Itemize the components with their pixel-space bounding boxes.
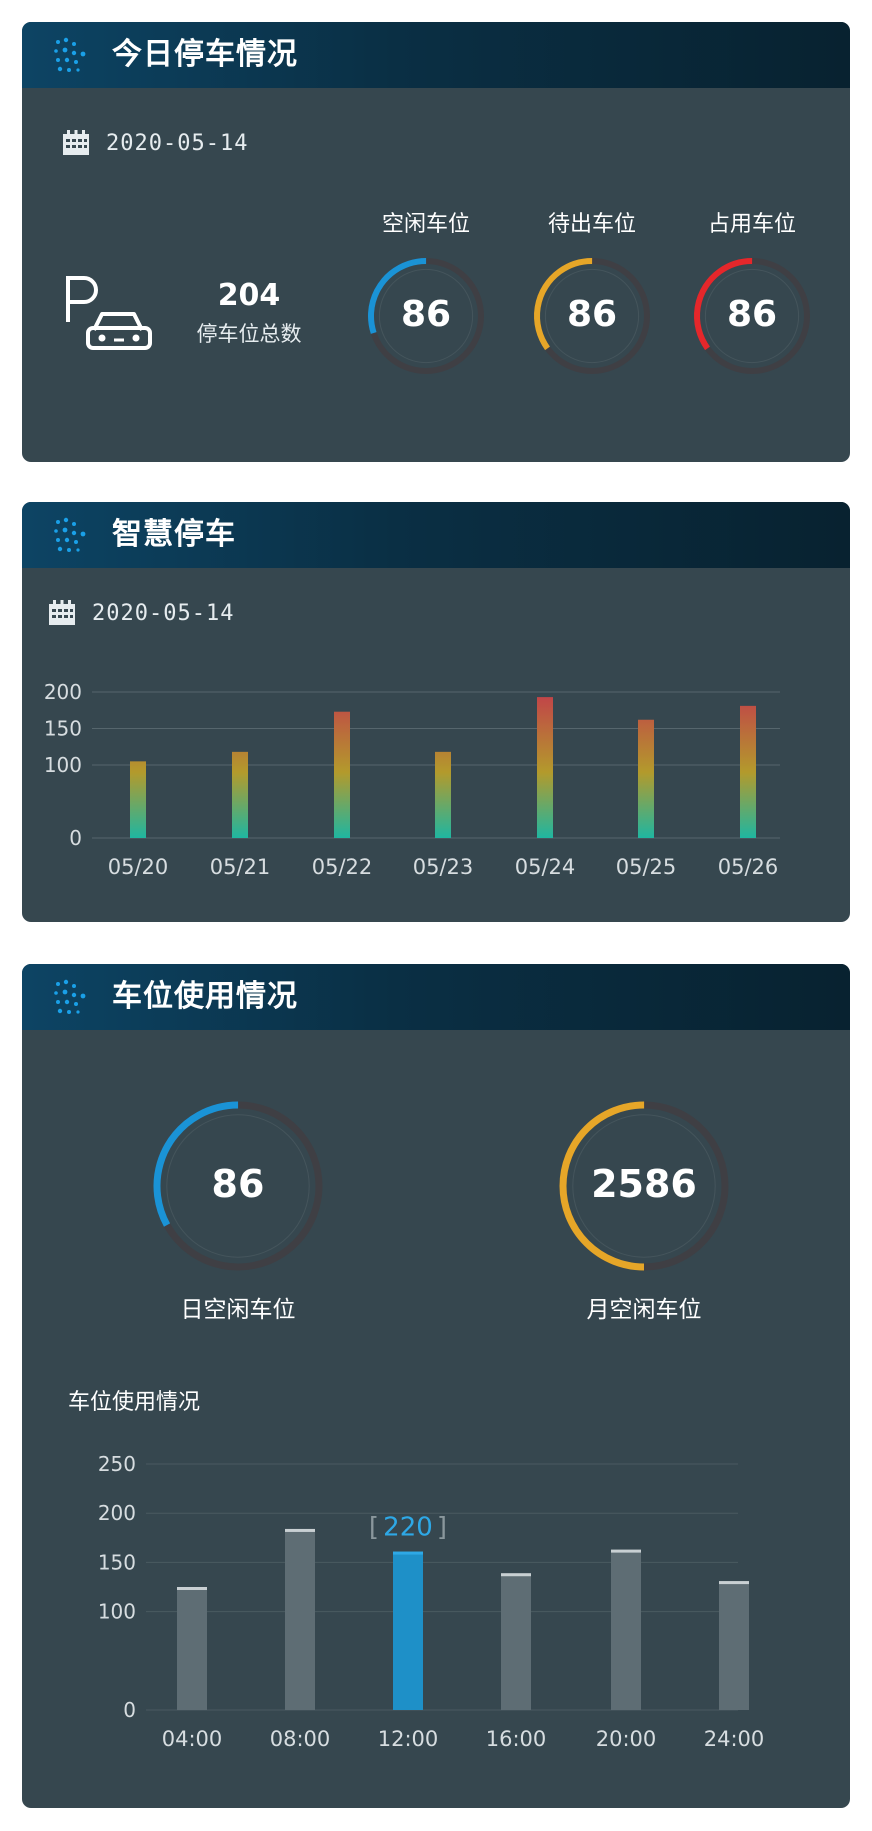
y-tick-label: 100 — [44, 753, 82, 777]
x-tick-label: 08:00 — [270, 1727, 331, 1751]
bar — [435, 751, 451, 838]
dots-logo-icon — [54, 37, 86, 72]
y-tick-label: 150 — [44, 717, 82, 741]
weekly-bar-chart: 0 100 150 200 05/20 05/21 05/22 05/23 05/24 05/25… — [44, 680, 780, 879]
y-tick-label: 200 — [44, 680, 82, 704]
x-tick-label: 24:00 — [704, 1727, 765, 1751]
panel-title: 今日停车情况 — [112, 37, 298, 72]
panel-header: 今日停车情况 — [22, 22, 850, 88]
bar — [130, 761, 146, 838]
space-usage-panel: 车位使用情况 86 日空闲车位 2586 月空闲车位 车位使用情况 0 100 150 20… — [22, 964, 850, 1808]
bar-cap — [177, 1587, 207, 1590]
bar — [719, 1581, 749, 1710]
y-tick-label: 200 — [98, 1501, 136, 1525]
x-tick-label: 05/24 — [515, 855, 576, 879]
bar-cap — [285, 1528, 315, 1532]
ring-value: 86 — [566, 293, 618, 335]
highlight-bracket-left: [ — [369, 1513, 379, 1543]
bar-cap — [393, 1551, 423, 1555]
x-tick-label: 05/21 — [210, 855, 271, 879]
y-tick-label: 0 — [123, 1698, 136, 1722]
bar — [285, 1528, 315, 1710]
smart-parking-panel: 智慧停车 2020-05-14 0 100 150 200 05/20 05/21 05/2… — [22, 502, 850, 922]
bar — [537, 697, 553, 838]
total-label: 停车位总数 — [196, 322, 302, 346]
bar — [177, 1587, 207, 1710]
highlight-bracket-right: ] — [437, 1513, 447, 1543]
ring-label: 占用车位 — [707, 212, 796, 237]
bar — [232, 751, 248, 838]
bar — [638, 719, 654, 838]
ring-value: 86 — [726, 293, 778, 335]
ring-value: 86 — [400, 293, 452, 335]
bar-cap — [501, 1573, 531, 1577]
hourly-bar-chart: 0 100 150 200 250 04:00 08:00 12:00 [220] 16:00 20… — [98, 1452, 765, 1751]
bar — [501, 1573, 531, 1710]
x-tick-label: 16:00 — [486, 1727, 547, 1751]
date-row: 2020-05-14 — [62, 130, 248, 156]
bar-cap — [611, 1549, 641, 1553]
x-tick-label: 05/20 — [108, 855, 169, 879]
ring-label: 待出车位 — [547, 212, 636, 237]
y-tick-label: 250 — [98, 1452, 136, 1476]
x-tick-label: 05/22 — [312, 855, 373, 879]
total-value: 204 — [217, 278, 281, 313]
calendar-icon — [63, 130, 89, 155]
bar — [611, 1549, 641, 1710]
date-text: 2020-05-14 — [106, 130, 249, 156]
x-tick-label: 05/23 — [413, 855, 474, 879]
x-tick-label: 20:00 — [596, 1727, 657, 1751]
bar-highlighted — [393, 1551, 423, 1710]
highlight-value: 220 — [383, 1513, 433, 1543]
x-tick-label: 05/26 — [718, 855, 779, 879]
y-tick-label: 0 — [69, 826, 82, 850]
today-parking-panel: 今日停车情况 2020-05-14 204 停车位总数 86 空闲车位 86 待出车位… — [22, 22, 850, 462]
y-tick-label: 100 — [98, 1600, 136, 1624]
total-spaces: 204 停车位总数 — [64, 274, 344, 374]
x-tick-label: 12:00 — [378, 1727, 439, 1751]
bar-cap — [719, 1581, 749, 1585]
bar — [740, 705, 756, 838]
bar — [334, 711, 350, 838]
x-tick-label: 04:00 — [162, 1727, 223, 1751]
ring-label: 空闲车位 — [381, 212, 470, 237]
parking-car-icon — [66, 276, 152, 350]
x-tick-label: 05/25 — [616, 855, 677, 879]
y-tick-label: 150 — [98, 1550, 136, 1574]
